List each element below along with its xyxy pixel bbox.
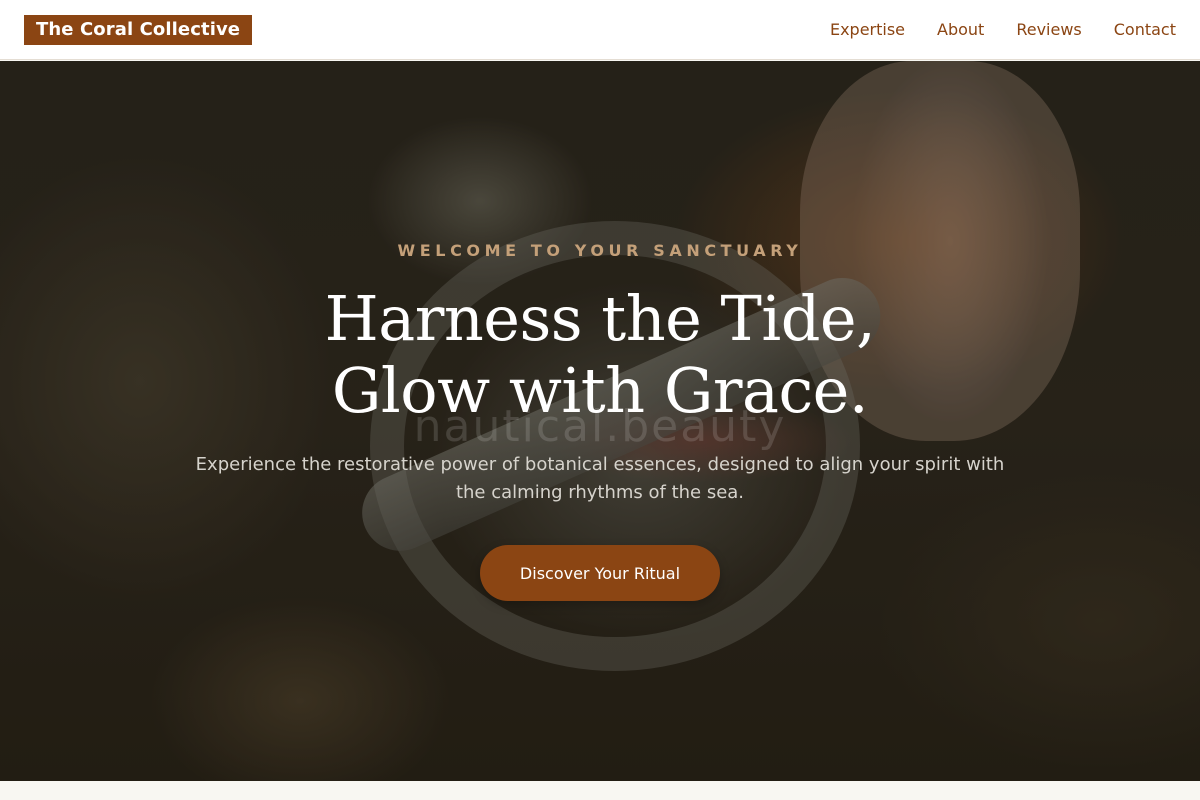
hero-watermark: nautical.beauty	[413, 401, 787, 452]
hero-headline-line-1: Harness the Tide,	[324, 282, 876, 355]
site-header: The Coral Collective Expertise About Rev…	[0, 0, 1200, 60]
discover-ritual-button[interactable]: Discover Your Ritual	[480, 545, 720, 601]
next-section-edge	[0, 781, 1200, 800]
nav-link-reviews[interactable]: Reviews	[1016, 20, 1081, 39]
hero-subtext: Experience the restorative power of bota…	[195, 454, 1005, 503]
hero-content: WELCOME TO YOUR SANCTUARY Harness the Ti…	[0, 61, 1200, 781]
main-nav: Expertise About Reviews Contact	[830, 20, 1176, 39]
nav-link-contact[interactable]: Contact	[1114, 20, 1176, 39]
brand-logo[interactable]: The Coral Collective	[24, 14, 253, 45]
nav-link-about[interactable]: About	[937, 20, 984, 39]
hero-section: WELCOME TO YOUR SANCTUARY Harness the Ti…	[0, 61, 1200, 781]
nav-link-expertise[interactable]: Expertise	[830, 20, 905, 39]
hero-eyebrow: WELCOME TO YOUR SANCTUARY	[397, 241, 803, 260]
